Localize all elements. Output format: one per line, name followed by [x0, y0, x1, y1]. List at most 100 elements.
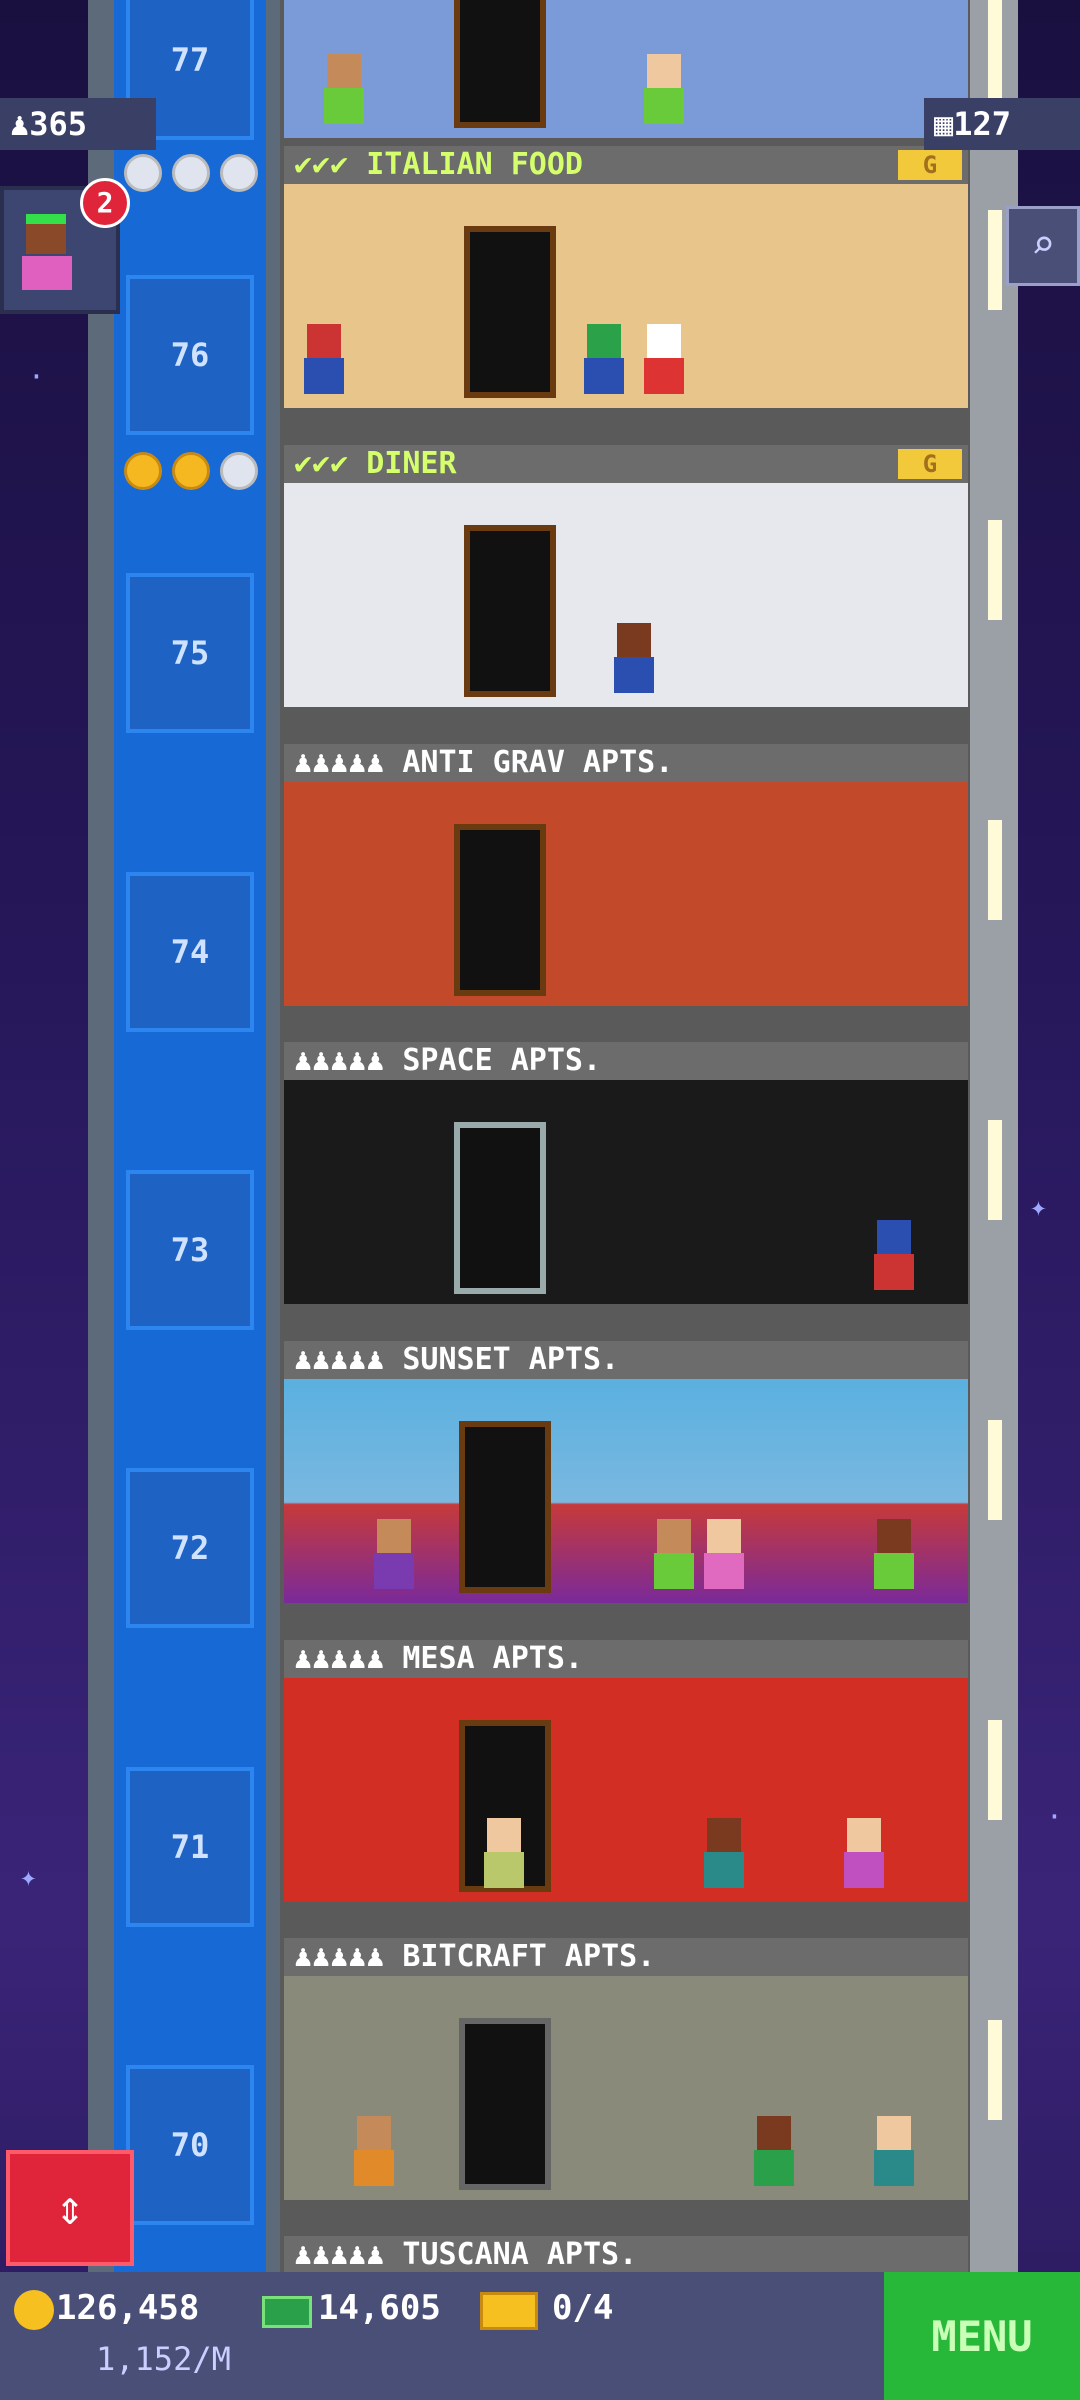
building-icon: ▦ — [934, 105, 954, 143]
floor-number: 74 — [170, 933, 210, 971]
floor-71-mesa-apts[interactable]: ♟♟♟♟♟ MESA APTS. — [284, 1640, 968, 1902]
floor-door — [464, 525, 556, 697]
floor-label: ♟♟♟♟♟ TUSCANA APTS. — [284, 2236, 968, 2272]
ticket-icon — [480, 2292, 538, 2330]
floor-room — [284, 782, 968, 1006]
floor-door — [459, 1421, 551, 1593]
bux-icon — [262, 2296, 312, 2328]
medal-icon — [124, 452, 162, 490]
window-light — [988, 2020, 1002, 2120]
floor-count[interactable]: ▦127 — [924, 98, 1080, 150]
bitizen[interactable] — [324, 54, 364, 124]
coin-icon — [14, 2290, 54, 2330]
elevator-floor-76[interactable]: 76 — [126, 275, 254, 435]
floor-door — [464, 226, 556, 398]
tickets-value: 0/4 — [552, 2288, 614, 2328]
star-decoration: ✦ — [1030, 1190, 1047, 1223]
window-light — [988, 210, 1002, 310]
bitizen[interactable] — [354, 2116, 394, 2186]
bitizen[interactable] — [874, 1519, 914, 1589]
floor-label: ♟♟♟♟♟ SPACE APTS. — [284, 1042, 968, 1080]
window-light — [988, 1120, 1002, 1220]
bitizen[interactable] — [644, 54, 684, 124]
bitizen[interactable] — [704, 1519, 744, 1589]
floor-number: 77 — [170, 41, 210, 79]
floor-number: 76 — [170, 336, 210, 374]
floor-label: ♟♟♟♟♟ ANTI GRAV APTS. — [284, 744, 968, 782]
elevator-floor-74[interactable]: 74 — [126, 872, 254, 1032]
floor-room — [284, 1080, 968, 1304]
elevator-floor-72[interactable]: 72 — [126, 1468, 254, 1628]
bux-value: 14,605 — [318, 2288, 441, 2328]
bitizen[interactable] — [614, 623, 654, 693]
floor-73-space-apts[interactable]: ♟♟♟♟♟ SPACE APTS. — [284, 1042, 968, 1304]
floor-label: ♟♟♟♟♟ BITCRAFT APTS. — [284, 1938, 968, 1976]
medal-icon — [220, 154, 258, 192]
floor-number: 71 — [170, 1828, 210, 1866]
floor-room — [284, 184, 968, 408]
floor-level-badge: G — [898, 150, 962, 180]
star-decoration: · — [1046, 1800, 1063, 1833]
elevator-floor-75[interactable]: 75 — [126, 573, 254, 733]
window-light — [988, 520, 1002, 620]
floor-level-badge: G — [898, 449, 962, 479]
medal-icon — [220, 452, 258, 490]
search-icon[interactable]: ⌕ — [1006, 206, 1080, 286]
star-decoration: ✦ — [20, 1860, 37, 1893]
bitizen[interactable] — [304, 324, 344, 394]
bitizen[interactable] — [874, 2116, 914, 2186]
window-light — [988, 1720, 1002, 1820]
floor-number: 70 — [170, 2126, 210, 2164]
floor-label: ✔✔✔ ITALIAN FOOD — [284, 146, 968, 184]
floor-door — [459, 2018, 551, 2190]
floor-77[interactable] — [284, 0, 968, 138]
elevator-floor-73[interactable]: 73 — [126, 1170, 254, 1330]
bitizen[interactable] — [874, 1220, 914, 1290]
window-light — [988, 0, 1002, 100]
floor-room — [284, 0, 968, 138]
medal-icon — [172, 154, 210, 192]
population-icon: ♟ — [10, 105, 30, 143]
elevator-floor-70[interactable]: 70 — [126, 2065, 254, 2225]
notification-badge: 2 — [80, 178, 130, 228]
floor-number: 75 — [170, 634, 210, 672]
floor-door — [454, 1122, 546, 1294]
bitizen[interactable] — [654, 1519, 694, 1589]
floor-label: ✔✔✔ DINER — [284, 445, 968, 483]
medal-icon — [172, 452, 210, 490]
floor-number: 73 — [170, 1231, 210, 1269]
menu-button[interactable]: MENU — [884, 2272, 1080, 2400]
bitizen[interactable] — [754, 2116, 794, 2186]
floor-75-diner[interactable]: ✔✔✔ DINER G — [284, 445, 968, 707]
floor-label: ♟♟♟♟♟ SUNSET APTS. — [284, 1341, 968, 1379]
coins-value: 126,458 — [56, 2288, 200, 2328]
avatar-body — [22, 256, 72, 290]
floor-room — [284, 483, 968, 707]
bitizen[interactable] — [844, 1818, 884, 1888]
bitizen[interactable] — [644, 324, 684, 394]
coins-per-minute: 1,152/M — [96, 2340, 231, 2378]
up-down-arrows-icon: ⇕ — [55, 2180, 85, 2236]
floor-door — [454, 0, 546, 128]
floor-room — [284, 1379, 968, 1603]
floor-70-bitcraft-apts[interactable]: ♟♟♟♟♟ BITCRAFT APTS. — [284, 1938, 968, 2200]
population-counter[interactable]: ♟365 — [0, 98, 156, 150]
bitizen[interactable] — [484, 1818, 524, 1888]
window-light — [988, 820, 1002, 920]
elevator-toggle-button[interactable]: ⇕ — [6, 2150, 134, 2266]
floor-69-tuscana-apts[interactable]: ♟♟♟♟♟ TUSCANA APTS. — [284, 2236, 968, 2272]
medal-icon — [124, 154, 162, 192]
floor-door — [454, 824, 546, 996]
floor-label: ♟♟♟♟♟ MESA APTS. — [284, 1640, 968, 1678]
bitizen[interactable] — [584, 324, 624, 394]
floor-74-anti-grav-apts[interactable]: ♟♟♟♟♟ ANTI GRAV APTS. — [284, 744, 968, 1006]
star-decoration: · — [28, 360, 45, 393]
bitizen[interactable] — [374, 1519, 414, 1589]
bitizen[interactable] — [704, 1818, 744, 1888]
floor-72-sunset-apts[interactable]: ♟♟♟♟♟ SUNSET APTS. — [284, 1341, 968, 1603]
floor-room — [284, 1678, 968, 1902]
avatar — [26, 214, 66, 254]
floor-76-italian-food[interactable]: ✔✔✔ ITALIAN FOOD G — [284, 146, 968, 408]
floor-number: 72 — [170, 1529, 210, 1567]
elevator-floor-71[interactable]: 71 — [126, 1767, 254, 1927]
